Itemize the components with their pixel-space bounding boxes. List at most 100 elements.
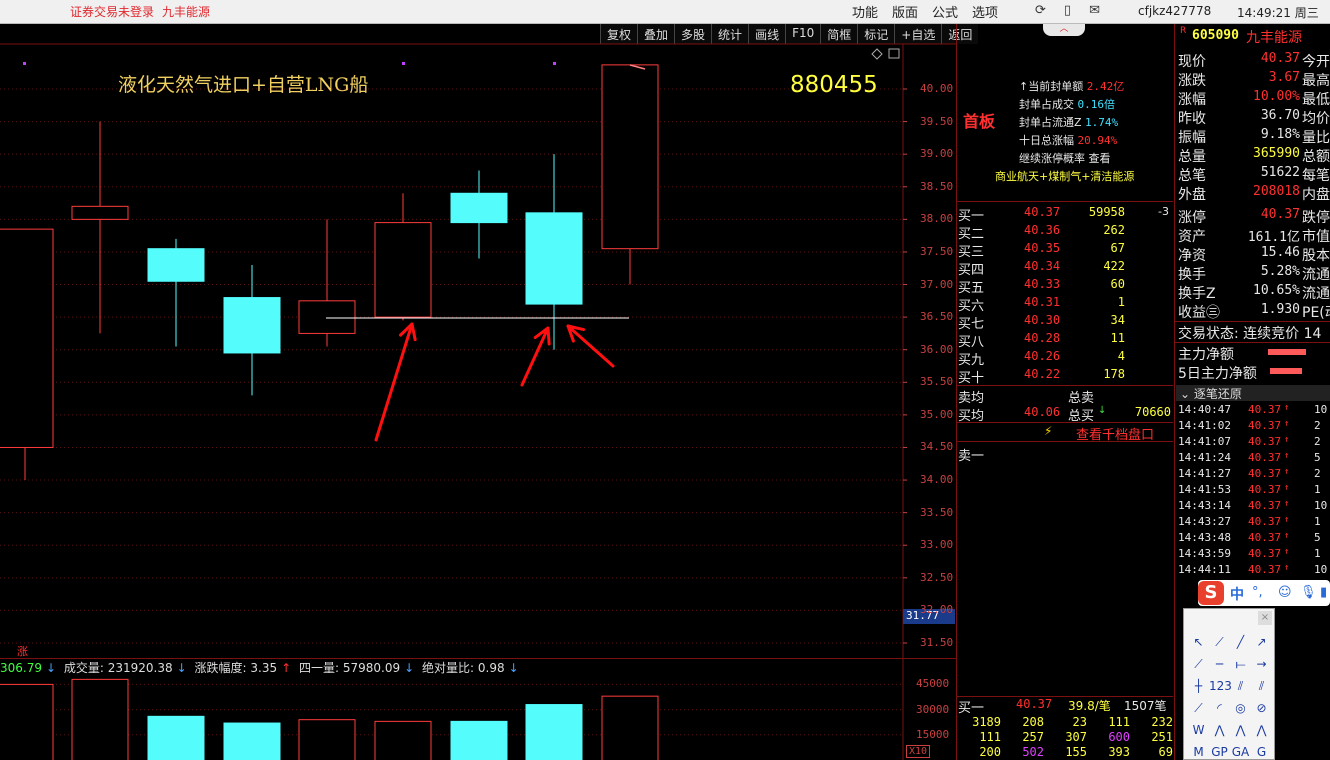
m-tool-icon[interactable]: M: [1188, 741, 1209, 760]
menu-options[interactable]: 选项: [972, 2, 998, 21]
book-volume: 178: [1103, 367, 1125, 381]
trade-row[interactable]: 14:44:11 40.37 ↑ 10: [1176, 563, 1330, 579]
cursor-tool-icon[interactable]: ↖: [1188, 631, 1209, 653]
trade-row[interactable]: 14:43:14 40.37 ↑ 10: [1176, 499, 1330, 515]
wave-tool-icon[interactable]: 123: [1209, 675, 1232, 697]
channel-tool-icon[interactable]: ⫽: [1230, 675, 1251, 697]
arrow-up-icon: ↑: [1284, 467, 1290, 477]
punctuation-icon[interactable]: °,: [1252, 585, 1263, 600]
queue-cell: 23: [1072, 715, 1087, 729]
y-tick-label: 37.00: [920, 277, 954, 291]
divider: [957, 201, 1173, 202]
ime-toolbar[interactable]: S 中 °, ☺ 🎙 ▮: [1198, 580, 1330, 606]
book-price: 40.30: [1024, 313, 1061, 327]
trade-time: 14:43:14: [1178, 499, 1231, 512]
trade-row[interactable]: 14:43:59 40.37 ↑ 1: [1176, 547, 1330, 563]
candle-body: [601, 64, 659, 250]
order-book-row[interactable]: 买九 40.26 4: [958, 349, 1173, 368]
trade-row[interactable]: 14:41:07 40.37 ↑ 2: [1176, 435, 1330, 451]
order-book-row[interactable]: 买六 40.31 1: [958, 295, 1173, 314]
parallel-tool-icon[interactable]: ⫽: [1251, 675, 1272, 697]
segment-tool-icon[interactable]: ⟋: [1209, 631, 1230, 653]
w-tool-icon[interactable]: W: [1188, 719, 1209, 741]
no-tool-icon[interactable]: ⊘: [1251, 697, 1272, 719]
quote-row: 总量 365990 总额: [1178, 146, 1330, 165]
order-book-row[interactable]: 买七 40.30 34: [958, 313, 1173, 332]
vline-tool-icon[interactable]: ┼: [1188, 675, 1209, 697]
order-book-row[interactable]: 买二 40.36 262: [958, 223, 1173, 242]
close-icon[interactable]: ×: [1258, 611, 1272, 625]
arrow-tool-icon[interactable]: →: [1251, 653, 1272, 675]
volume-bar: [450, 720, 508, 760]
main-net5-label: 5日主力净额: [1178, 366, 1257, 382]
trade-row[interactable]: 14:41:02 40.37 ↑ 2: [1176, 419, 1330, 435]
quote-value: 40.37: [1260, 51, 1300, 66]
book-change: -3: [1158, 205, 1169, 218]
volume-tick-label: 15000: [916, 727, 950, 741]
candlestick-chart[interactable]: [0, 0, 956, 760]
hray-tool-icon[interactable]: ⟝: [1230, 653, 1251, 675]
book-price: 40.22: [1024, 367, 1061, 381]
username[interactable]: cfjkz427778: [1138, 4, 1211, 18]
quote-key: 外盘: [1178, 187, 1206, 203]
book-volume: 59958: [1088, 205, 1125, 219]
order-book-row[interactable]: 买五 40.33 60: [958, 277, 1173, 296]
quote-key-2: 流通: [1302, 267, 1330, 283]
trade-volume: 1: [1314, 547, 1321, 560]
arrow-up-icon: ↑: [1284, 531, 1290, 541]
queue-cell: 307: [1065, 730, 1087, 744]
ime-logo-icon[interactable]: S: [1198, 581, 1224, 605]
quote-key-2: 流通: [1302, 286, 1330, 302]
trade-row[interactable]: 14:41:27 40.37 ↑ 2: [1176, 467, 1330, 483]
zigzag2-tool-icon[interactable]: ⋀: [1230, 719, 1251, 741]
order-book-row[interactable]: 买十 40.22 178: [958, 367, 1173, 386]
trade-row[interactable]: 14:43:48 40.37 ↑ 5: [1176, 531, 1330, 547]
trend-tool-icon[interactable]: ⟋: [1188, 653, 1209, 675]
book-level-label: 买三: [958, 245, 985, 260]
arrow-up-icon: ↑: [1284, 563, 1290, 573]
trade-volume: 5: [1314, 531, 1321, 544]
y-tick-label: 35.00: [920, 407, 954, 421]
arrow-up-icon: ↑: [281, 661, 292, 675]
trade-row[interactable]: 14:41:53 40.37 ↑ 1: [1176, 483, 1330, 499]
quote-row: 换手 5.28% 流通: [1178, 264, 1330, 283]
order-book-row[interactable]: 买四 40.34 422: [958, 259, 1173, 278]
fan-tool-icon[interactable]: ⟋: [1188, 697, 1209, 719]
gp-tool-icon[interactable]: GP: [1209, 741, 1230, 760]
g-tool-icon[interactable]: G: [1251, 741, 1272, 760]
trade-volume: 10: [1314, 403, 1328, 416]
quote-key: 涨跌: [1178, 73, 1206, 89]
zigzag-tool-icon[interactable]: ⋀: [1209, 719, 1230, 741]
line-tool-icon[interactable]: ╱: [1230, 631, 1251, 653]
refresh-icon[interactable]: ⟳: [1035, 3, 1046, 18]
order-book-row[interactable]: 买三 40.35 67: [958, 241, 1173, 260]
trades-header[interactable]: ⌄ 逐笔还原: [1176, 385, 1330, 401]
ime-lang[interactable]: 中: [1230, 584, 1244, 604]
microphone-icon[interactable]: 🎙: [1300, 585, 1317, 600]
y-tick-label: 39.50: [920, 114, 954, 128]
order-book-row[interactable]: 买一 40.37 59958 -3: [958, 205, 1173, 224]
trade-time: 14:41:27: [1178, 467, 1231, 480]
trade-row[interactable]: 14:40:47 40.37 ↑ 10: [1176, 403, 1330, 419]
hline-tool-icon[interactable]: ─: [1209, 653, 1230, 675]
more-icon[interactable]: ▮: [1320, 585, 1327, 600]
emoji-icon[interactable]: ☺: [1278, 585, 1292, 600]
candle-body: [525, 212, 583, 305]
quote-key-2: 今开: [1302, 54, 1330, 70]
trade-time: 14:41:02: [1178, 419, 1231, 432]
chart-title: 液化天然气进口+自营LNG船: [118, 74, 369, 96]
queue-cell: 200: [979, 745, 1001, 759]
ga-tool-icon[interactable]: GA: [1230, 741, 1251, 760]
trade-row[interactable]: 14:43:27 40.37 ↑ 1: [1176, 515, 1330, 531]
book-price: 40.28: [1024, 331, 1061, 345]
order-book-row[interactable]: 买八 40.28 11: [958, 331, 1173, 350]
book-level-label: 买九: [958, 353, 985, 368]
circle-tool-icon[interactable]: ◎: [1230, 697, 1251, 719]
ray-tool-icon[interactable]: ↗: [1251, 631, 1272, 653]
arc-tool-icon[interactable]: ◜: [1209, 697, 1230, 719]
trade-row[interactable]: 14:41:24 40.37 ↑ 5: [1176, 451, 1330, 467]
mail-icon[interactable]: ✉: [1089, 3, 1100, 18]
phone-icon[interactable]: ▯: [1064, 3, 1071, 18]
candle-body: [0, 228, 54, 448]
mountain-tool-icon[interactable]: ⋀: [1251, 719, 1272, 741]
